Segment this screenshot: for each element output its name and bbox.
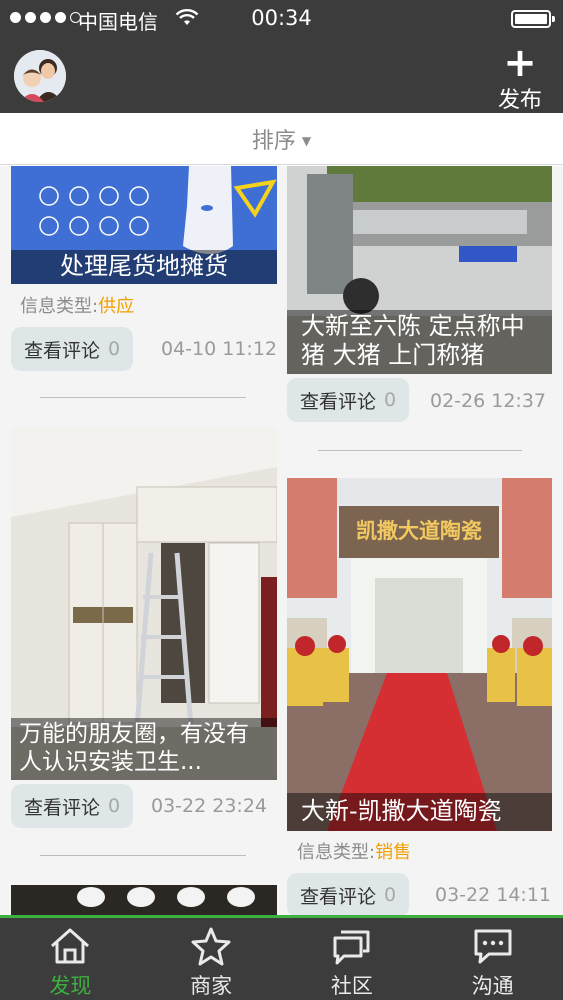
tab-merchants[interactable]: 商家	[141, 918, 282, 1000]
nav-bar: + 发布	[0, 38, 563, 113]
post-info-type: 信息类型:销售	[297, 838, 411, 864]
user-avatar[interactable]	[14, 50, 66, 102]
battery-icon	[511, 10, 555, 28]
publish-button[interactable]: + 发布	[495, 40, 545, 114]
caret-down-icon: ▼	[301, 134, 312, 148]
post-title: 万能的朋友圈，有没有人认识安装卫生...	[11, 718, 277, 780]
post-feed[interactable]: 处理尾货地摊货 信息类型:供应 查看评论 0 04-10 11:12 万能的朋友…	[0, 166, 563, 915]
publish-label: 发布	[497, 88, 542, 113]
post-card-image[interactable]	[11, 885, 277, 915]
sort-dropdown[interactable]: 排序 ▼	[252, 123, 311, 155]
post-card-image[interactable]: 凯撒大道陶瓷 大新-凯撒大道陶瓷	[287, 478, 552, 831]
post-card-image[interactable]: 大新至六陈 定点称中猪 大猪 上门称猪	[287, 166, 552, 374]
info-type-label: 信息类型:	[20, 296, 99, 317]
post-title: 大新至六陈 定点称中猪 大猪 上门称猪	[287, 310, 552, 374]
comment-label: 查看评论	[23, 796, 100, 819]
clock: 00:34	[251, 6, 312, 30]
star-icon	[191, 927, 231, 966]
chat-icon	[474, 929, 512, 964]
post-title: 处理尾货地摊货	[11, 250, 277, 284]
info-type-value: 销售	[375, 842, 412, 863]
comment-count: 0	[107, 795, 121, 817]
tab-label: 商家	[190, 974, 233, 998]
divider	[40, 855, 246, 856]
divider	[40, 397, 246, 398]
comment-count: 0	[383, 884, 397, 906]
tab-discover[interactable]: 发现	[0, 918, 141, 1000]
post-card-image[interactable]: 处理尾货地摊货	[11, 166, 277, 284]
post-date: 03-22 14:11	[435, 884, 552, 906]
post-date: 04-10 11:12	[161, 338, 278, 360]
comment-label: 查看评论	[299, 885, 376, 908]
home-icon	[51, 928, 90, 964]
tab-label: 沟通	[471, 974, 514, 998]
status-bar: 中国电信 00:34	[0, 0, 563, 38]
info-type-label: 信息类型:	[297, 842, 376, 863]
tab-chat[interactable]: 沟通	[422, 918, 563, 1000]
comment-label: 查看评论	[299, 390, 376, 413]
post-info-type: 信息类型:供应	[20, 292, 134, 318]
view-comments-button[interactable]: 查看评论 0	[287, 873, 409, 915]
post-date: 02-26 12:37	[430, 390, 547, 412]
comment-count: 0	[107, 338, 121, 360]
community-icon	[333, 930, 370, 965]
view-comments-button[interactable]: 查看评论 0	[11, 784, 133, 828]
tab-label: 社区	[330, 974, 373, 998]
storefront-sign: 凯撒大道陶瓷	[356, 519, 482, 543]
view-comments-button[interactable]: 查看评论 0	[11, 327, 133, 371]
post-card-image[interactable]: 万能的朋友圈，有没有人认识安装卫生...	[11, 427, 277, 780]
tab-community[interactable]: 社区	[282, 918, 423, 1000]
sort-label: 排序	[251, 129, 296, 154]
post-title: 大新-凯撒大道陶瓷	[287, 793, 552, 831]
post-date: 03-22 23:24	[151, 795, 268, 817]
bottom-tab-bar: 发现 商家 社区 沟通	[0, 915, 563, 1000]
view-comments-button[interactable]: 查看评论 0	[287, 378, 409, 422]
info-type-value: 供应	[98, 296, 135, 317]
divider	[318, 450, 522, 451]
comment-count: 0	[383, 389, 397, 411]
tab-label: 发现	[49, 974, 92, 998]
plus-icon: +	[503, 40, 537, 86]
comment-label: 查看评论	[23, 339, 100, 362]
sort-bar: 排序 ▼	[0, 113, 563, 165]
